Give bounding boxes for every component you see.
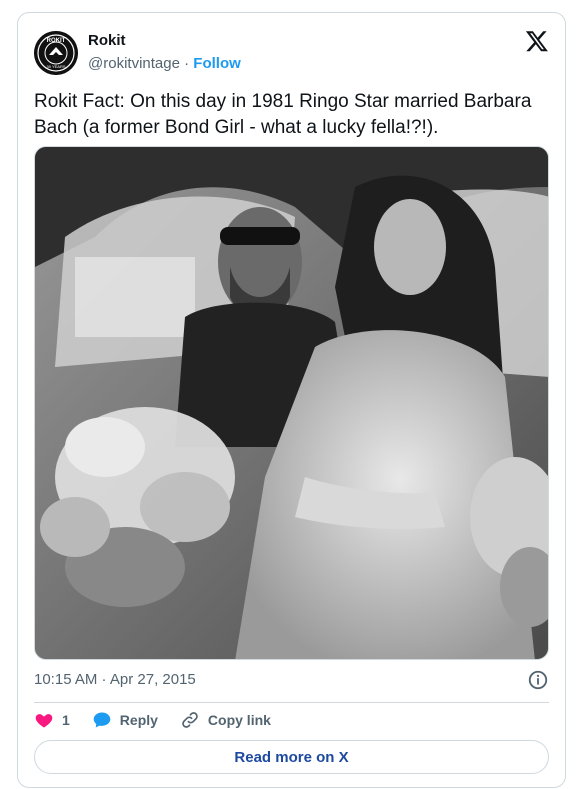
action-bar: 1 Reply Copy link bbox=[34, 710, 293, 730]
rokit-logo-icon: ROKIT 30 YEARS bbox=[34, 31, 78, 75]
reply-button[interactable]: Reply bbox=[92, 710, 158, 730]
author-name[interactable]: Rokit bbox=[88, 32, 126, 49]
wedding-photo-image bbox=[35, 147, 548, 659]
tweet-card: ROKIT 30 YEARS Rokit @rokitvintage · Fol… bbox=[17, 12, 566, 788]
link-icon bbox=[182, 712, 198, 728]
author-avatar[interactable]: ROKIT 30 YEARS bbox=[34, 31, 78, 75]
read-more-button[interactable]: Read more on X bbox=[34, 740, 549, 774]
tweet-text: Rokit Fact: On this day in 1981 Ringo St… bbox=[34, 91, 532, 138]
speech-bubble-icon bbox=[93, 712, 111, 728]
handle-separator: · bbox=[184, 55, 190, 72]
heart-icon bbox=[35, 714, 53, 728]
x-logo-icon[interactable] bbox=[525, 29, 549, 53]
tweet-photo[interactable] bbox=[34, 146, 549, 660]
like-count: 1 bbox=[62, 712, 70, 728]
copy-link-label: Copy link bbox=[207, 712, 271, 728]
divider bbox=[34, 702, 549, 703]
avatar-text: ROKIT bbox=[47, 38, 66, 44]
follow-button[interactable]: Follow bbox=[193, 55, 241, 72]
info-icon[interactable] bbox=[527, 669, 549, 691]
copy-link-button[interactable]: Copy link bbox=[180, 710, 271, 730]
reply-label: Reply bbox=[119, 712, 158, 728]
like-button[interactable]: 1 bbox=[34, 710, 70, 730]
author-handle[interactable]: @rokitvintage bbox=[88, 55, 180, 72]
author-handle-row: @rokitvintage · Follow bbox=[88, 55, 241, 72]
avatar-subtext: 30 YEARS bbox=[46, 64, 65, 69]
tweet-timestamp[interactable]: 10:15 AM · Apr 27, 2015 bbox=[34, 671, 196, 688]
